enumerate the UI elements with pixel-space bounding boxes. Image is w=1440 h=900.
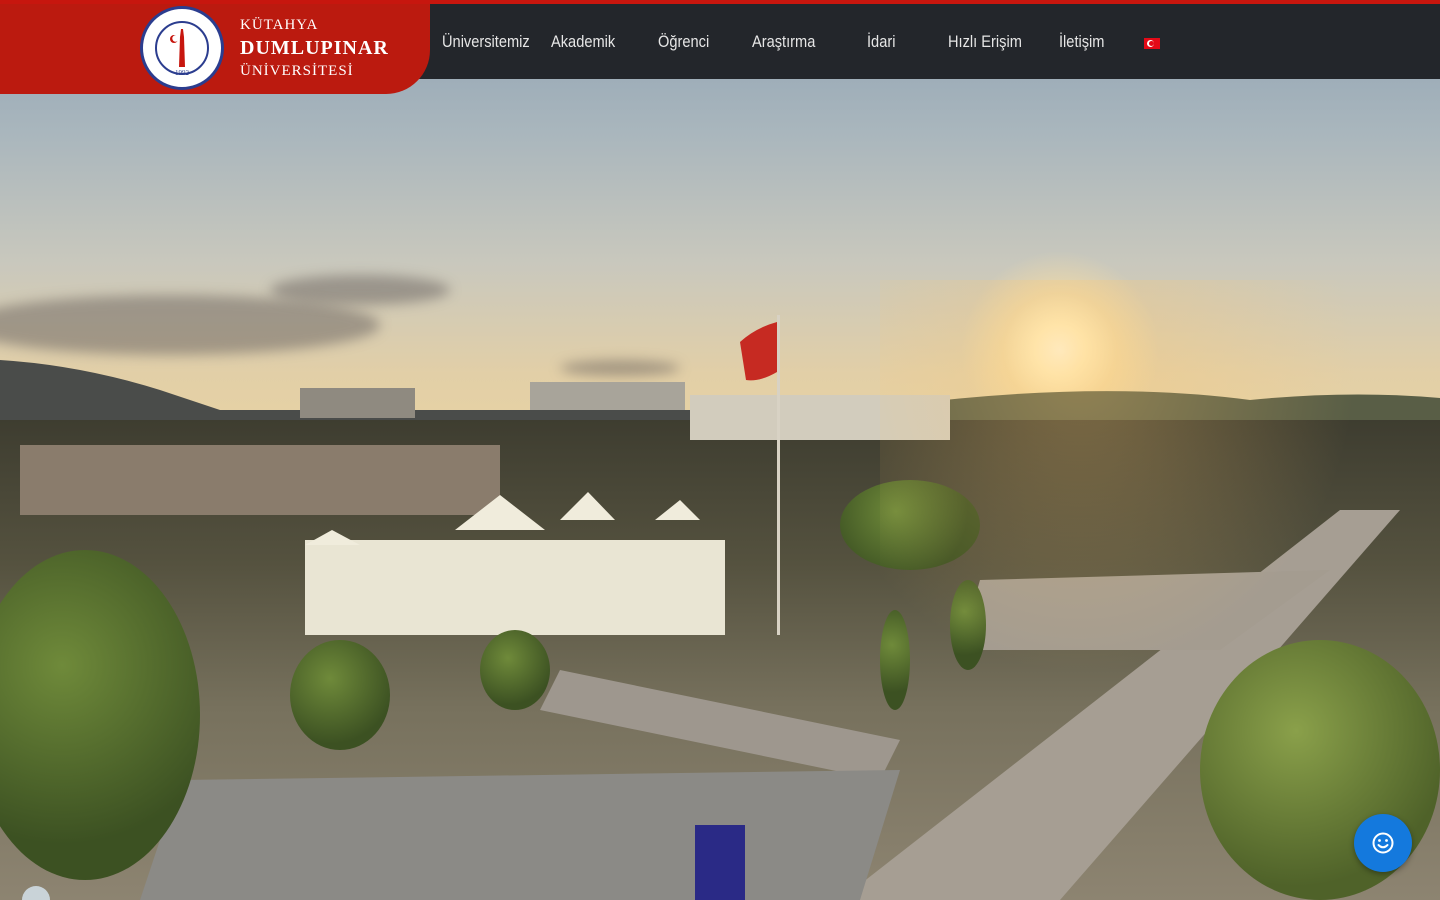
seal-year: 1992	[175, 69, 189, 77]
hero-cloud	[270, 275, 450, 305]
minaret-icon	[170, 29, 185, 67]
slider-indicator[interactable]	[695, 825, 745, 900]
nav-item-iletisim[interactable]: İletişim	[1059, 4, 1104, 79]
nav-item-ogrenci[interactable]: Öğrenci	[658, 4, 709, 79]
hero-image	[0, 0, 1440, 900]
brand-city: KÜTAHYA	[240, 17, 319, 33]
top-accent-line	[0, 0, 1440, 4]
smile-icon	[1372, 832, 1394, 854]
university-logo[interactable]: 1992 KÜTAHYA DUMLUPINAR ÜNİVERSİTESİ	[0, 0, 430, 94]
brand-university: ÜNİVERSİTESİ	[240, 63, 354, 79]
seal-inner-ring	[155, 21, 209, 75]
hero-tree	[290, 640, 390, 750]
hero-building	[530, 382, 685, 410]
hero-tree	[480, 630, 550, 710]
nav-item-akademik[interactable]: Akademik	[551, 4, 615, 79]
brand-name: DUMLUPINAR	[240, 37, 389, 59]
flag-crescent-cut	[1149, 41, 1154, 46]
hero-sun-glare	[880, 280, 1380, 700]
turkey-flag-icon[interactable]	[1144, 38, 1160, 49]
nav-item-hizli-erisim[interactable]: Hızlı Erişim	[948, 4, 1022, 79]
nav-item-arastirma[interactable]: Araştırma	[752, 4, 815, 79]
hero-gate-towers	[305, 492, 700, 545]
hero-building	[300, 388, 415, 418]
university-seal-icon: 1992	[140, 6, 224, 90]
nav-item-idari[interactable]: İdari	[867, 4, 895, 79]
university-name: KÜTAHYA DUMLUPINAR ÜNİVERSİTESİ	[240, 14, 389, 82]
nav-item-universitemiz[interactable]: Üniversitemiz	[442, 4, 530, 79]
hero-flagpole	[740, 315, 780, 635]
chat-button[interactable]	[1354, 814, 1412, 872]
